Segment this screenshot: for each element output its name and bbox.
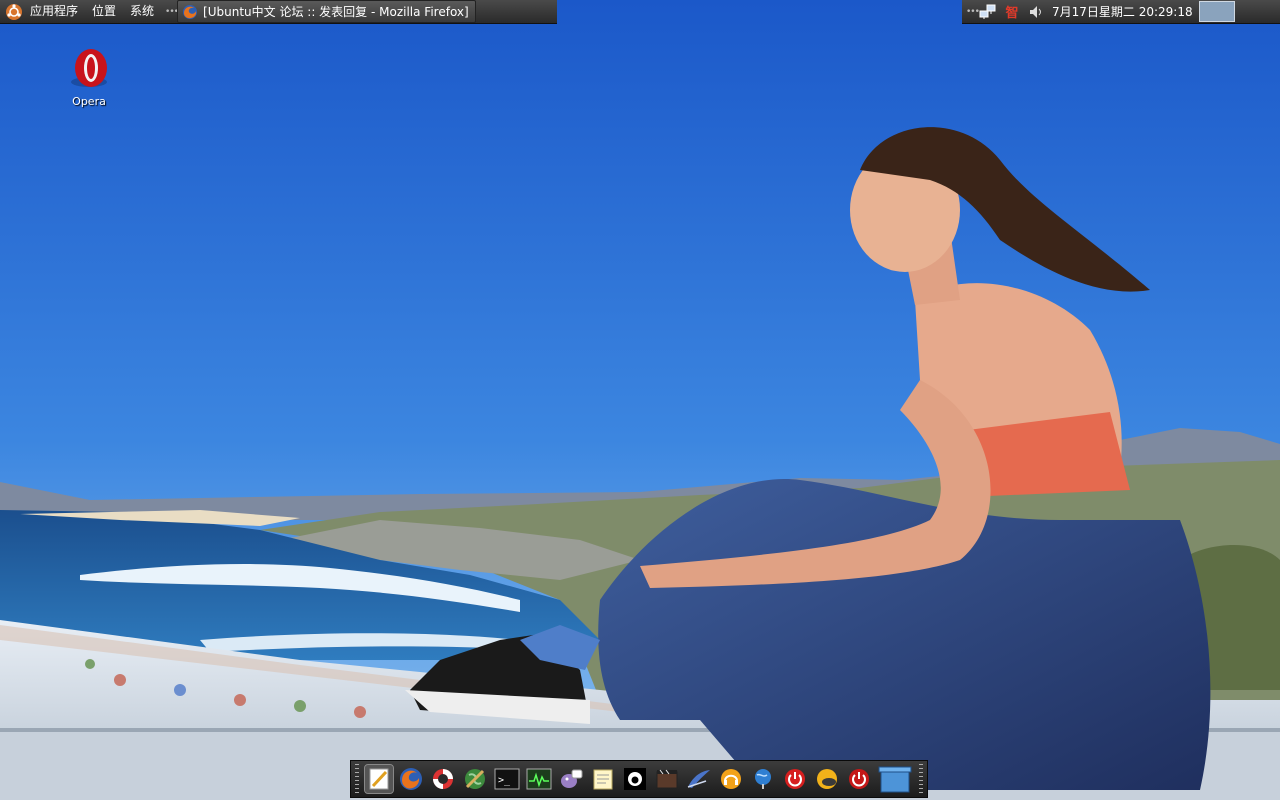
places-menu[interactable]: 位置 xyxy=(85,0,123,23)
dock-item-video[interactable] xyxy=(653,765,681,793)
dock-item-firefox[interactable] xyxy=(397,765,425,793)
video-player-icon xyxy=(656,769,678,789)
taskbar-button-firefox[interactable]: [Ubuntu中文 论坛 :: 发表回复 - Mozilla Firefox] xyxy=(177,0,476,23)
top-panel-left: 应用程序 位置 系统 ••• [Ubuntu中文 论坛 :: 发表回复 - Mo… xyxy=(0,0,557,24)
dock-item-email[interactable] xyxy=(685,765,713,793)
svg-text:>_: >_ xyxy=(498,775,511,786)
ubuntu-logo-icon[interactable] xyxy=(5,3,23,21)
dock-item-amarok[interactable] xyxy=(621,765,649,793)
dock-grip[interactable] xyxy=(355,764,359,794)
music-headphones-icon xyxy=(721,769,741,789)
dock-item-text-editor[interactable] xyxy=(364,764,394,794)
applications-menu[interactable]: 应用程序 xyxy=(23,0,85,23)
clock[interactable]: 7月17日星期二 20:29:18 xyxy=(1048,3,1197,20)
dock-item-shutdown[interactable] xyxy=(781,765,809,793)
shutdown-icon xyxy=(785,769,805,789)
desktop-wallpaper xyxy=(0,0,1280,800)
dock-item-help[interactable] xyxy=(429,765,457,793)
email-client-icon xyxy=(687,770,710,788)
top-panel-right: ••• 智 7月17日星期二 20:29:18 xyxy=(962,0,1280,24)
dock-item-music[interactable] xyxy=(717,765,745,793)
dock-grip[interactable] xyxy=(919,764,923,794)
help-lifebuoy-icon xyxy=(433,769,453,789)
terminal-icon: >_ xyxy=(494,768,520,790)
desktop-icon-opera[interactable]: Opera xyxy=(62,46,116,108)
input-method-icon[interactable]: 智 xyxy=(1003,3,1021,21)
system-menu[interactable]: 系统 xyxy=(123,0,161,23)
firefox-icon xyxy=(183,4,198,19)
dock-item-notes[interactable] xyxy=(589,765,617,793)
system-monitor-icon xyxy=(526,768,552,790)
dock-item-system-monitor[interactable] xyxy=(525,765,553,793)
dock-item-terminal[interactable]: >_ xyxy=(493,765,521,793)
taskbar-button-label: [Ubuntu中文 论坛 :: 发表回复 - Mozilla Firefox] xyxy=(203,5,469,19)
amarok-icon xyxy=(624,768,646,790)
dock-item-browser[interactable] xyxy=(461,765,489,793)
panel-handle[interactable]: ••• xyxy=(966,5,980,19)
dock-item-weather[interactable] xyxy=(813,765,841,793)
dock-item-trash[interactable] xyxy=(877,765,913,793)
panel-handle[interactable]: ••• xyxy=(165,5,179,19)
dock-item-network[interactable] xyxy=(749,765,777,793)
weather-icon xyxy=(817,769,837,789)
workspace-switcher[interactable] xyxy=(1198,1,1235,22)
network-globe-icon xyxy=(755,769,771,789)
opera-icon xyxy=(71,49,107,87)
network-icon[interactable] xyxy=(979,3,997,21)
bottom-dock: >_ xyxy=(350,760,928,798)
browser-globe-icon xyxy=(465,769,485,789)
volume-icon[interactable] xyxy=(1027,3,1045,21)
pidgin-chat-icon xyxy=(561,769,583,788)
notes-icon xyxy=(593,769,613,790)
dock-item-logout[interactable] xyxy=(845,765,873,793)
trash-icon xyxy=(878,766,912,793)
desktop-icon-label: Opera xyxy=(72,95,106,108)
firefox-icon xyxy=(400,768,422,790)
logout-power-icon xyxy=(849,769,869,789)
dock-item-pidgin[interactable] xyxy=(557,765,585,793)
text-editor-icon xyxy=(369,768,389,790)
